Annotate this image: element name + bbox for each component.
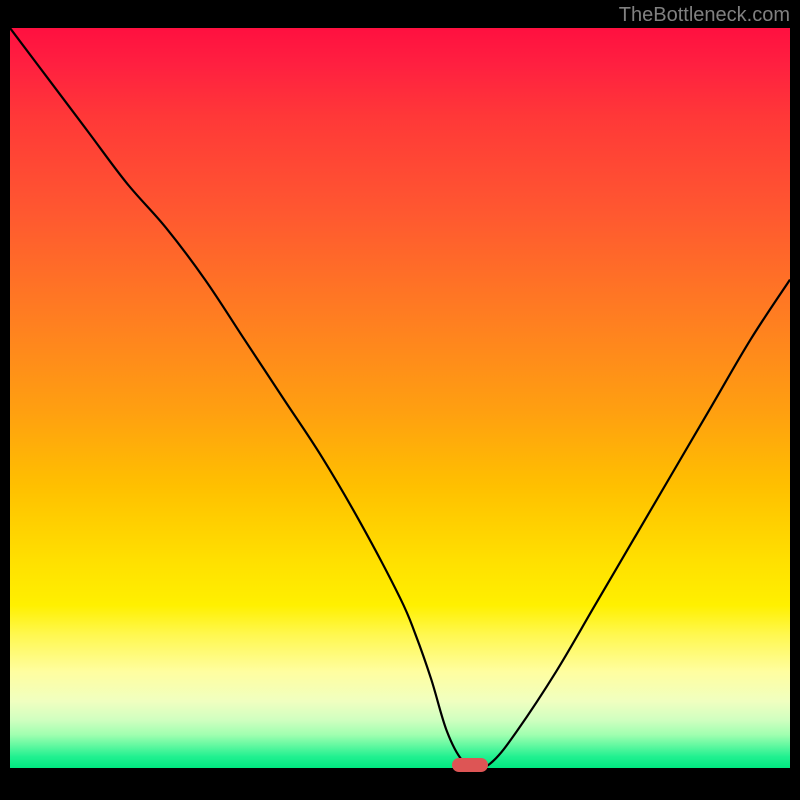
minimum-marker (452, 758, 488, 772)
plot-area (10, 28, 790, 768)
curve-layer (10, 28, 790, 768)
watermark-text: TheBottleneck.com (619, 4, 790, 27)
bottleneck-curve (10, 28, 790, 768)
